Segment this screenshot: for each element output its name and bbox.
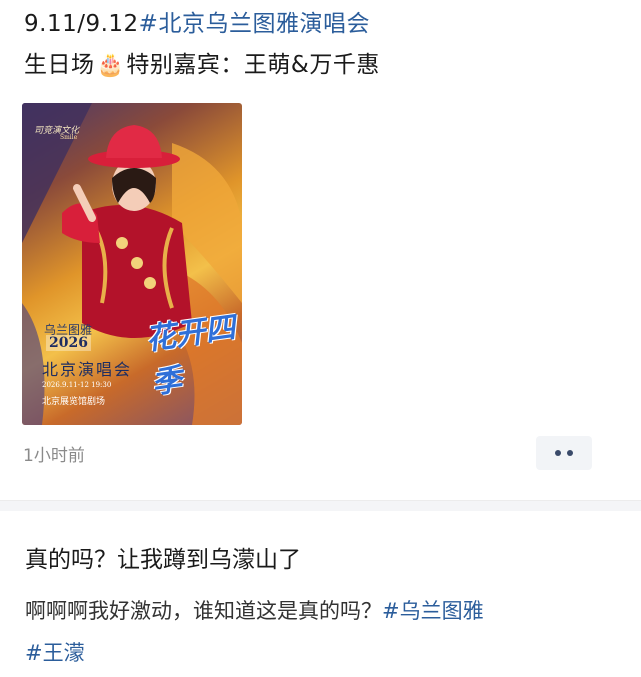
birthday-cake-icon: 🎂 <box>96 53 125 78</box>
poster-title: 北京演唱会 <box>42 360 133 379</box>
post-text-line-1: 9.11/9.12#北京乌兰图雅演唱会 <box>24 8 370 40</box>
post-timestamp: 1小时前 <box>23 446 85 466</box>
comment-title: 真的吗？让我蹲到乌濛山了 <box>25 547 301 573</box>
post-line2-prefix: 生日场 <box>24 52 95 78</box>
hashtag-link-wangmeng[interactable]: #王濛 <box>25 641 85 665</box>
section-divider <box>0 500 641 511</box>
concert-poster-image[interactable]: 司竞演文化 Smile 乌兰图雅 2026 花开四季 北京演唱会 2026.9.… <box>22 103 242 425</box>
poster-venue: 北京展览馆剧场 <box>42 397 106 407</box>
more-options-button[interactable] <box>536 436 592 470</box>
post-card: 9.11/9.12#北京乌兰图雅演唱会 生日场🎂特别嘉宾：王萌&万千惠 司竞演文… <box>0 0 641 500</box>
post-text-line-2: 生日场🎂特别嘉宾：王萌&万千惠 <box>24 49 380 82</box>
comment-body: 啊啊啊我好激动，谁知道这是真的吗？#乌兰图雅 #王濛 <box>25 590 625 674</box>
poster-script-title: 花开四季 <box>143 310 238 402</box>
more-dot-icon <box>555 450 561 456</box>
poster-year: 2026 <box>46 335 91 351</box>
post-line2-suffix: 特别嘉宾：王萌&万千惠 <box>126 52 380 78</box>
post-date-range: 9.11/9.12 <box>24 11 139 37</box>
poster-date: 2026.9.11-12 19:30 <box>42 381 112 389</box>
hashtag-link-wulantuya[interactable]: #乌兰图雅 <box>382 599 484 623</box>
comment-text: 啊啊啊我好激动，谁知道这是真的吗？ <box>25 599 382 623</box>
hashtag-link-concert[interactable]: #北京乌兰图雅演唱会 <box>139 11 370 37</box>
poster-brand-sub: Smile <box>60 134 78 141</box>
more-dot-icon <box>567 450 573 456</box>
